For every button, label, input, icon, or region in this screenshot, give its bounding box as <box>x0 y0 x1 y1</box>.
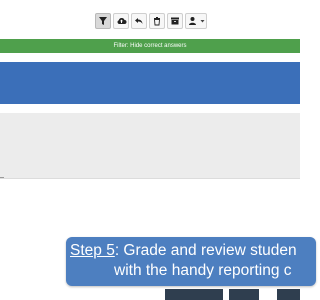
bottom-bar-segment <box>277 289 300 300</box>
toolbar <box>95 13 207 31</box>
archive-icon <box>171 17 179 25</box>
filter-icon <box>99 17 107 25</box>
bottom-strip <box>0 289 300 300</box>
top-toolbar-area <box>0 0 300 37</box>
bottom-bar-segment <box>165 289 223 300</box>
undo-icon <box>135 18 143 24</box>
cloud-upload-icon <box>117 18 126 24</box>
user-icon <box>188 17 196 25</box>
caption-line-1-text: : Grade and review studen <box>114 242 297 259</box>
bottom-bar-segment <box>229 289 259 300</box>
delete-button[interactable] <box>149 13 165 29</box>
caret-down-icon <box>200 20 204 23</box>
archive-button[interactable] <box>167 13 183 29</box>
header-band <box>0 62 300 104</box>
filter-button[interactable] <box>95 13 111 29</box>
caption-line-2: with the handy reporting c <box>114 262 292 279</box>
caption-step-label: Step 5 <box>70 242 115 259</box>
tutorial-caption: Step 5: Grade and review studen with the… <box>66 237 316 286</box>
trash-icon <box>154 17 160 26</box>
filter-status-bar: Filter: Hide correct answers <box>0 39 300 53</box>
upload-button[interactable] <box>113 13 129 29</box>
user-menu-button[interactable] <box>185 13 207 29</box>
filter-status-text: Filter: Hide correct answers <box>113 43 187 49</box>
caption-line-1: Step 5: Grade and review studen <box>70 241 316 261</box>
panel-edge-mark <box>0 177 4 178</box>
content-panel <box>0 113 300 179</box>
undo-button[interactable] <box>131 13 147 29</box>
